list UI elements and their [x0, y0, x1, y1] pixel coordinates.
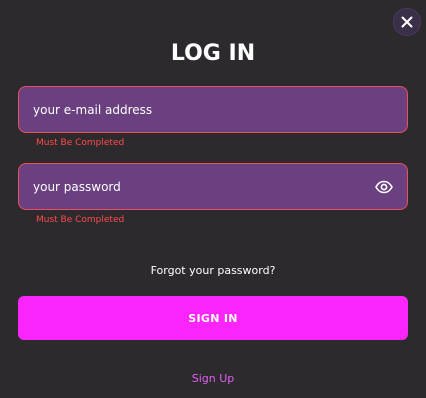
forgot-password-link[interactable]: Forgot your password?	[0, 263, 426, 279]
password-error-message: Must Be Completed	[36, 215, 125, 225]
email-error-message: Must Be Completed	[36, 138, 125, 148]
email-input[interactable]	[33, 87, 363, 132]
close-icon	[401, 16, 413, 28]
sign-in-button[interactable]: SIGN IN	[18, 296, 408, 340]
password-field-container	[18, 163, 408, 210]
email-field-container	[18, 86, 408, 133]
show-password-toggle[interactable]	[375, 180, 393, 194]
close-button[interactable]	[393, 8, 421, 36]
login-modal: LOG IN Must Be Completed Must Be Complet…	[0, 0, 426, 398]
modal-title: LOG IN	[170, 41, 256, 66]
sign-up-link[interactable]: Sign Up	[0, 371, 426, 387]
password-input[interactable]	[33, 164, 363, 209]
eye-icon	[375, 180, 393, 194]
